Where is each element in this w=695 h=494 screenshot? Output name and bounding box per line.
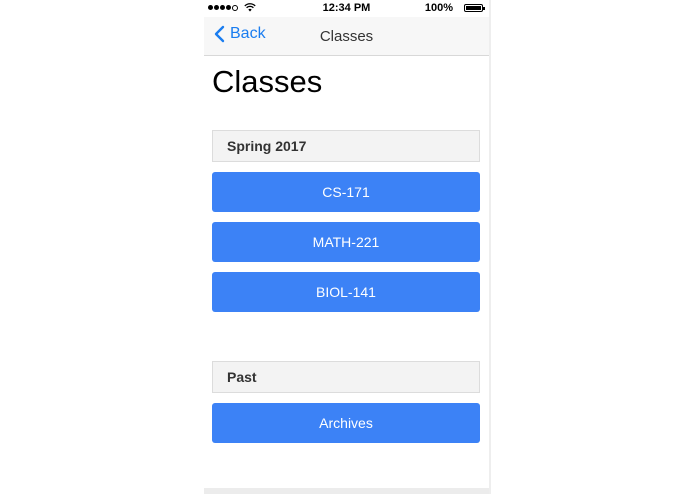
screen-edge-divider: [489, 0, 491, 494]
class-button-biol-141[interactable]: BIOL-141: [212, 272, 480, 312]
archives-button[interactable]: Archives: [212, 403, 480, 443]
class-button-math-221[interactable]: MATH-221: [212, 222, 480, 262]
battery-icon: [464, 4, 485, 12]
battery-percentage: 100%: [424, 2, 453, 14]
page-title: Classes: [212, 64, 323, 99]
nav-title: Classes: [319, 28, 374, 45]
class-button-cs-171[interactable]: CS-171: [212, 172, 480, 212]
bottom-edge: [204, 488, 489, 494]
section-header-spring-2017: Spring 2017: [212, 130, 480, 162]
phone-screen: 12:34 PM 100% Back Classes Classes Sprin…: [204, 0, 489, 494]
navigation-bar: Back Classes: [204, 17, 489, 56]
status-bar: 12:34 PM 100%: [204, 0, 489, 17]
section-header-past: Past: [212, 361, 480, 393]
